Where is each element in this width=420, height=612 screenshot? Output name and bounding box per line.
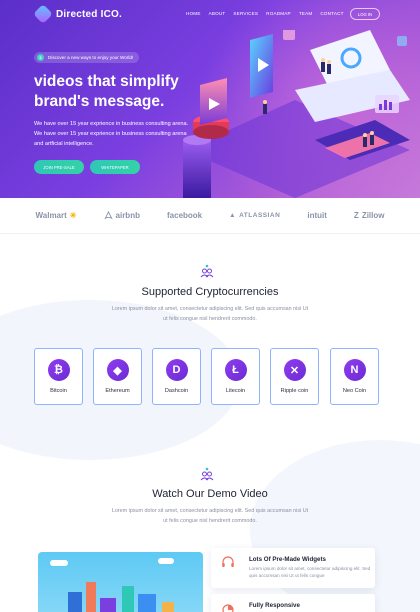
dollar-icon: $ [37,54,44,61]
demo-section-subtitle: Lorem ipsum dolor sit amet, consectetur … [111,508,309,524]
headset-icon [222,556,234,567]
building-shape [122,586,134,612]
nav-home[interactable]: HOME [186,11,201,16]
partner-intuit: intuit [307,211,327,220]
crypto-section-title: Supported Cryptocurrencies [141,286,279,298]
group-icon [200,467,214,481]
nav-contact[interactable]: CONTACT [320,11,343,16]
pie-chart-icon [222,604,234,612]
nav-services[interactable]: SERVICES [233,11,258,16]
partner-facebook: facebook [167,211,202,220]
whitepaper-button[interactable]: WHITEPAPER [90,160,140,174]
group-icon [200,264,214,278]
partner-airbnb: airbnb [103,211,140,220]
main-nav: HOME ABOUT SERVICES ROADMAP TEAM CONTACT [186,11,344,16]
partner-walmart-label: Walmart [35,211,67,220]
building-shape [100,598,116,612]
coin-name: Litecoin [225,388,246,394]
coin-name: Dashcoin [164,388,189,394]
demo-video-thumbnail[interactable] [38,552,203,612]
building-shape [86,582,96,612]
coin-card-ethereum[interactable]: ◆ Ethereum [93,348,142,405]
join-presale-button[interactable]: JOIN PRE-SALE [34,160,84,174]
partner-atlassian-label: ATLASSIAN [239,212,281,219]
coin-name: Neo Coin [342,388,367,394]
hero-description: We have over 15 year exprience in busine… [34,121,189,147]
neo-icon: N [343,359,366,381]
ripple-icon: ✕ [283,359,306,381]
nav-about[interactable]: ABOUT [209,11,226,16]
nav-roadmap[interactable]: ROADMAP [266,11,291,16]
coin-card-dashcoin[interactable]: D Dashcoin [152,348,201,405]
atlassian-icon: ▲ [229,212,237,219]
coin-card-bitcoin[interactable]: ₿ Bitcoin [34,348,83,405]
hero-section: Directed ICO. HOME ABOUT SERVICES ROADMA… [0,0,420,198]
bitcoin-icon: ₿ [47,359,70,381]
nav-team[interactable]: TEAM [299,11,313,16]
feature-title: Lots Of Pre-Made Widgets [249,556,326,563]
hero-illustration [183,30,410,198]
building-shape [162,602,174,612]
partner-airbnb-label: airbnb [115,211,140,220]
building-shape [68,592,82,612]
cloud-shape [50,560,68,566]
ethereum-icon: ◆ [106,359,129,381]
partner-zillow-label: Zillow [361,211,385,220]
partner-zillow: Z Zillow [354,211,385,220]
building-shape [138,594,156,612]
partner-intuit-label: intuit [307,211,327,220]
dashcoin-icon: D [165,359,188,381]
zillow-icon: Z [353,211,359,220]
feature-card-responsive[interactable]: Fully Responsive [211,594,375,612]
partner-atlassian: ▲ ATLASSIAN [229,212,280,219]
litecoin-icon: Ł [224,359,247,381]
coin-name: Ripple coin [280,388,309,394]
partner-facebook-label: facebook [167,211,203,220]
coin-name: Ethereum [105,388,130,394]
partners-strip: Walmart ✳ airbnb facebook ▲ ATLASSIAN in… [0,198,420,234]
login-button[interactable]: LOG IN [350,8,380,20]
partner-walmart: Walmart ✳ [36,211,77,220]
demo-section-title: Watch Our Demo Video [152,488,268,500]
walmart-spark-icon: ✳ [69,211,77,220]
announcement-badge[interactable]: $ Discover a new ways to enjoy your Worl… [34,52,140,63]
page: Directed ICO. HOME ABOUT SERVICES ROADMA… [0,0,420,612]
announcement-text: Discover a new ways to enjoy your World! [48,55,134,60]
coin-card-ripple[interactable]: ✕ Ripple coin [270,348,319,405]
feature-card-widgets[interactable]: Lots Of Pre-Made Widgets Lorem ipsum dol… [211,548,375,588]
cloud-shape [158,558,174,564]
crypto-section-subtitle: Lorem ipsum dolor sit amet, consectetur … [111,306,309,322]
coin-card-litecoin[interactable]: Ł Litecoin [211,348,260,405]
coin-name: Bitcoin [50,388,67,394]
feature-title: Fully Responsive [249,602,300,609]
coin-card-neo[interactable]: N Neo Coin [330,348,379,405]
logo-icon [33,4,53,24]
airbnb-icon [103,211,113,220]
brand-name: Directed ICO. [56,8,122,20]
brand-logo[interactable]: Directed ICO. [33,4,122,24]
feature-description: Lorem ipsum dolor sit amet, consectetur … [249,566,371,578]
